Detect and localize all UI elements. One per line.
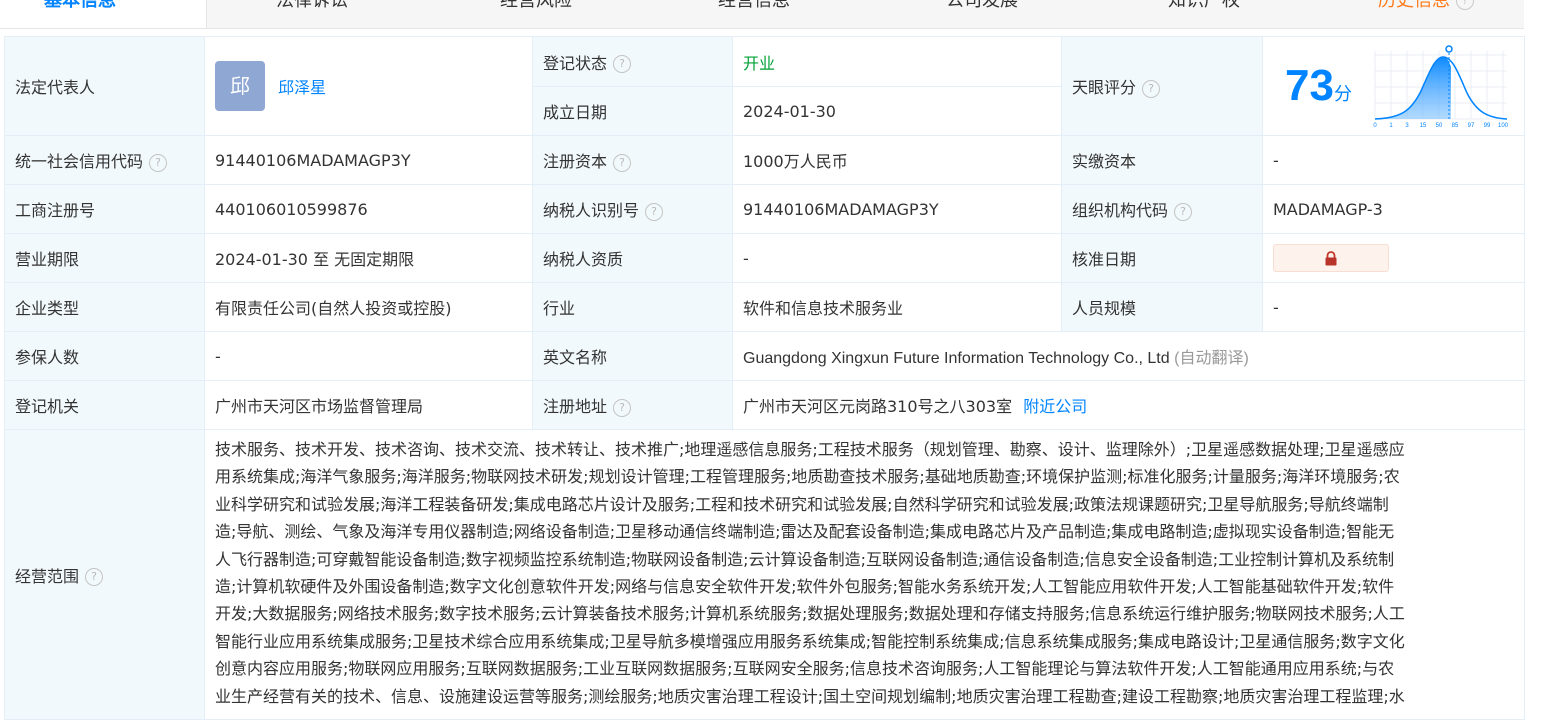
insured-value: - bbox=[204, 331, 533, 381]
help-icon[interactable]: ? bbox=[1142, 79, 1161, 98]
paid-capital-label: 实缴资本 bbox=[1061, 135, 1263, 185]
taxpayer-qual-label: 纳税人资质 bbox=[532, 233, 733, 283]
legal-rep-cell: 邱 邱泽星 bbox=[204, 36, 533, 136]
taxpayer-id-value: 91440106MADAMAGP3Y bbox=[732, 184, 1062, 234]
basic-info-table: 法定代表人 邱 邱泽星 登记状态? 开业 天眼评分? 73分 0 1 3 15 … bbox=[4, 36, 1525, 720]
lock-icon bbox=[1325, 251, 1337, 266]
axis-tick: 15 bbox=[1420, 123, 1427, 129]
help-icon[interactable]: ? bbox=[1174, 202, 1193, 221]
axis-tick: 85 bbox=[1452, 123, 1459, 129]
est-date-value: 2024-01-30 bbox=[732, 86, 1062, 136]
reg-status-value: 开业 bbox=[732, 36, 1062, 87]
biz-term-value: 2024-01-30 至 无固定期限 bbox=[204, 233, 533, 283]
org-code-label: 组织机构代码? bbox=[1061, 184, 1263, 234]
reg-address-value: 广州市天河区元岗路310号之八303室 bbox=[743, 397, 1013, 416]
approve-date-cell bbox=[1262, 233, 1525, 283]
english-name-label: 英文名称 bbox=[532, 331, 733, 381]
company-type-label: 企业类型 bbox=[4, 282, 205, 332]
tianyan-score-cell[interactable]: 73分 0 1 3 15 50 85 97 99 100 bbox=[1262, 36, 1525, 136]
tab-history[interactable]: 历史信息? bbox=[1378, 0, 1474, 12]
axis-tick: 100 bbox=[1498, 123, 1509, 129]
industry-label: 行业 bbox=[532, 282, 733, 332]
english-name-cell: Guangdong Xingxun Future Information Tec… bbox=[732, 331, 1525, 381]
taxpayer-qual-value: - bbox=[732, 233, 1062, 283]
biz-scope-line: 智能行业应用系统集成服务;卫星技术综合应用系统集成;卫星导航多模增强应用服务系统… bbox=[215, 631, 1405, 651]
tab-basic-info[interactable]: 基本信息48 bbox=[44, 0, 130, 12]
tab-risk[interactable]: 经营风险 bbox=[500, 0, 572, 12]
help-icon[interactable]: ? bbox=[613, 153, 632, 172]
biz-scope-line: 技术服务、技术开发、技术咨询、技术交流、技术转让、技术推广;地理遥感信息服务;工… bbox=[215, 440, 1405, 459]
help-icon[interactable]: ? bbox=[85, 568, 104, 586]
credit-code-value: 91440106MADAMAGP3Y bbox=[204, 135, 533, 185]
help-icon[interactable]: ? bbox=[149, 153, 168, 172]
auto-translate-note: (自动翻译) bbox=[1174, 350, 1249, 367]
axis-tick: 50 bbox=[1436, 123, 1443, 129]
org-code-value: MADAMAGP-3 bbox=[1262, 184, 1525, 234]
help-icon[interactable]: ? bbox=[613, 398, 632, 417]
score-number: 73 bbox=[1285, 61, 1334, 110]
nearby-companies-link[interactable]: 附近公司 bbox=[1023, 397, 1087, 416]
industry-value: 软件和信息技术服务业 bbox=[732, 282, 1062, 332]
biz-scope-text: 技术服务、技术开发、技术咨询、技术交流、技术转让、技术推广;地理遥感信息服务;工… bbox=[215, 436, 1514, 719]
help-icon[interactable]: ? bbox=[645, 202, 664, 221]
reg-capital-value: 1000万人民币 bbox=[732, 135, 1062, 185]
credit-code-label: 统一社会信用代码? bbox=[4, 135, 205, 185]
biz-reg-no-label: 工商注册号 bbox=[4, 184, 205, 234]
biz-scope-line: 用系统集成;海洋气象服务;海洋服务;物联网技术研发;规划设计管理;工程管理服务;… bbox=[215, 467, 1400, 487]
reg-authority-label: 登记机关 bbox=[4, 380, 205, 430]
axis-tick: 99 bbox=[1484, 123, 1491, 129]
company-type-value: 有限责任公司(自然人投资或控股) bbox=[204, 282, 533, 332]
help-icon[interactable]: ? bbox=[613, 55, 632, 73]
taxpayer-id-label: 纳税人识别号? bbox=[532, 184, 733, 234]
legal-rep-label: 法定代表人 bbox=[4, 36, 205, 136]
insured-label: 参保人数 bbox=[4, 331, 205, 381]
tab-operation[interactable]: 经营信息6 bbox=[718, 0, 797, 12]
biz-reg-no-value: 440106010599876 bbox=[204, 184, 533, 234]
score-unit: 分 bbox=[1333, 84, 1352, 105]
avatar: 邱 bbox=[215, 61, 265, 111]
biz-scope-line: 业科学研究和试验发展;海洋工程装备研发;集成电路芯片设计及服务;工程和技术研究和… bbox=[215, 494, 1389, 514]
biz-scope-line: 创意内容应用服务;物联网应用服务;互联网数据服务;工业互联网数据服务;互联网安全… bbox=[215, 659, 1395, 679]
biz-scope-line: 造;导航、测绘、气象及海洋专用仪器制造;网络设备制造;卫星移动通信终端制造;雷达… bbox=[215, 522, 1395, 542]
biz-scope-line: 造;计算机软硬件及外围设备制造;数字文化创意软件开发;网络与信息安全软件开发;软… bbox=[215, 577, 1395, 597]
biz-scope-cell: 技术服务、技术开发、技术咨询、技术交流、技术转让、技术推广;地理遥感信息服务;工… bbox=[204, 429, 1525, 720]
biz-scope-line: 人飞行器制造;可穿戴智能设备制造;数字视频监控系统制造;物联网设备制造;云计算设… bbox=[215, 549, 1395, 569]
tianyan-score-label: 天眼评分? bbox=[1061, 36, 1263, 136]
reg-status-label: 登记状态? bbox=[532, 36, 733, 87]
reg-address-label: 注册地址? bbox=[532, 380, 733, 430]
tab-legal[interactable]: 法律诉讼 bbox=[276, 0, 348, 12]
english-name-value: Guangdong Xingxun Future Information Tec… bbox=[743, 350, 1170, 367]
legal-rep-name-link[interactable]: 邱泽星 bbox=[278, 78, 326, 97]
approve-date-label: 核准日期 bbox=[1061, 233, 1263, 283]
tab-development[interactable]: 公司发展 bbox=[946, 0, 1018, 12]
locked-value-button[interactable] bbox=[1273, 244, 1389, 272]
biz-scope-line: 开发;大数据服务;网络技术服务;数字技术服务;云计算装备技术服务;计算机系统服务… bbox=[215, 604, 1405, 624]
biz-scope-line: 业生产经营有关的技术、信息、设施建设运营等服务;测绘服务;地质灾害治理工程设计;… bbox=[215, 686, 1405, 706]
axis-tick: 3 bbox=[1405, 123, 1409, 129]
biz-term-label: 营业期限 bbox=[4, 233, 205, 283]
axis-tick: 0 bbox=[1373, 123, 1377, 129]
paid-capital-value: - bbox=[1262, 135, 1525, 185]
tab-bar: 基本信息48 法律诉讼 经营风险 经营信息6 公司发展 知识产权 历史信息? bbox=[0, 0, 1524, 29]
axis-tick: 1 bbox=[1389, 123, 1393, 129]
reg-capital-label: 注册资本? bbox=[532, 135, 733, 185]
staff-size-value: - bbox=[1262, 282, 1525, 332]
est-date-label: 成立日期 bbox=[532, 86, 733, 136]
axis-tick: 97 bbox=[1468, 123, 1475, 129]
biz-scope-label: 经营范围? bbox=[4, 429, 205, 720]
reg-authority-value: 广州市天河区市场监督管理局 bbox=[204, 380, 533, 430]
staff-size-label: 人员规模 bbox=[1061, 282, 1263, 332]
reg-address-cell: 广州市天河区元岗路310号之八303室 附近公司 bbox=[732, 380, 1525, 430]
score-distribution-chart: 0 1 3 15 50 85 97 99 100 bbox=[1373, 45, 1509, 129]
tab-ip[interactable]: 知识产权 bbox=[1168, 0, 1240, 12]
